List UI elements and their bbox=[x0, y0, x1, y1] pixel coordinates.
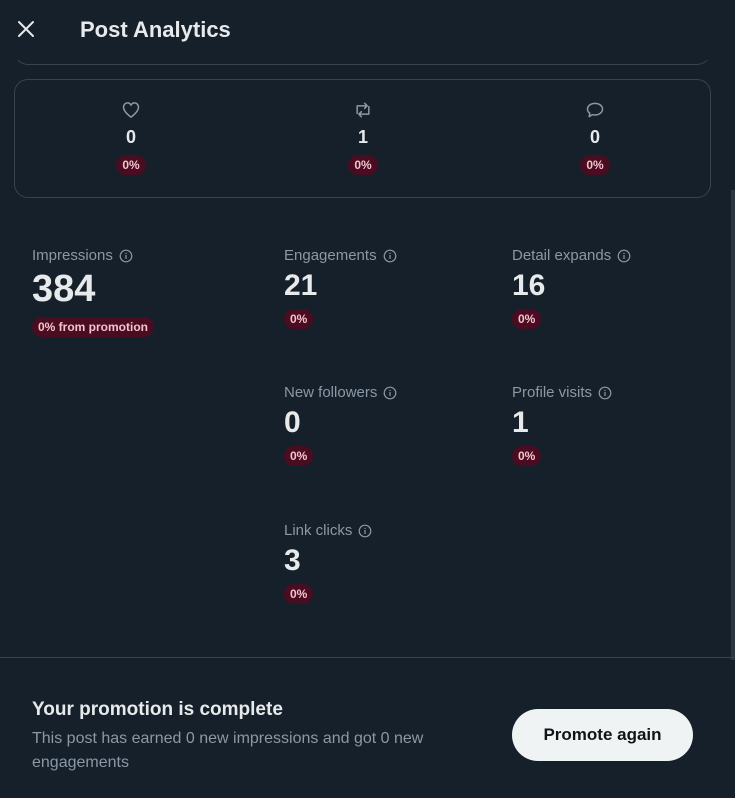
heart-icon bbox=[122, 102, 140, 118]
profile-visits-label: Profile visits bbox=[512, 384, 593, 401]
reposts-badge: 0% bbox=[348, 155, 378, 175]
profile-visits-metric: Profile visits 1 0% bbox=[512, 384, 612, 466]
detail-expands-metric: Detail expands 16 0% bbox=[512, 247, 631, 329]
detail-expands-badge: 0% bbox=[512, 309, 542, 329]
info-icon[interactable] bbox=[617, 249, 631, 263]
engagement-summary-card: 0 0% 1 0% 0 0% bbox=[14, 79, 711, 198]
engagements-badge: 0% bbox=[284, 309, 314, 329]
engagements-metric: Engagements 21 0% bbox=[284, 247, 397, 329]
likes-count: 0 bbox=[125, 127, 136, 147]
engagements-value: 21 bbox=[284, 269, 318, 302]
promotion-complete-text: This post has earned 0 new impressions a… bbox=[32, 730, 424, 771]
reposts-count: 1 bbox=[357, 127, 368, 147]
likes-stat: 0 0% bbox=[91, 100, 171, 175]
divider bbox=[0, 657, 735, 658]
impressions-value: 384 bbox=[32, 268, 96, 310]
profile-visits-badge: 0% bbox=[512, 446, 542, 466]
page-title: Post Analytics bbox=[80, 17, 231, 42]
replies-count: 0 bbox=[589, 127, 600, 147]
reply-icon bbox=[586, 102, 604, 118]
repost-icon bbox=[356, 102, 370, 118]
info-icon[interactable] bbox=[383, 386, 397, 400]
replies-badge: 0% bbox=[580, 155, 610, 175]
header: Post Analytics bbox=[0, 0, 735, 60]
promotion-complete-title: Your promotion is complete bbox=[32, 699, 283, 720]
info-icon[interactable] bbox=[598, 386, 612, 400]
info-icon[interactable] bbox=[383, 249, 397, 263]
scrollbar[interactable] bbox=[731, 190, 735, 660]
info-icon[interactable] bbox=[358, 524, 372, 538]
new-followers-label: New followers bbox=[284, 384, 378, 401]
close-button[interactable] bbox=[14, 17, 38, 41]
impressions-label: Impressions bbox=[32, 247, 113, 264]
reposts-stat: 1 0% bbox=[323, 100, 403, 175]
engagements-label: Engagements bbox=[284, 247, 377, 264]
detail-expands-label: Detail expands bbox=[512, 247, 612, 264]
likes-badge: 0% bbox=[116, 155, 146, 175]
close-icon bbox=[18, 21, 34, 37]
link-clicks-badge: 0% bbox=[284, 584, 314, 604]
new-followers-badge: 0% bbox=[284, 446, 314, 466]
link-clicks-metric: Link clicks 3 0% bbox=[284, 522, 372, 604]
promote-again-button[interactable]: Promote again bbox=[512, 709, 693, 761]
impressions-metric: Impressions 384 0% from promotion bbox=[32, 247, 154, 337]
new-followers-value: 0 bbox=[284, 406, 301, 439]
replies-stat: 0 0% bbox=[555, 100, 635, 175]
new-followers-metric: New followers 0 0% bbox=[284, 384, 397, 466]
detail-expands-value: 16 bbox=[512, 269, 546, 302]
link-clicks-label: Link clicks bbox=[284, 522, 353, 539]
link-clicks-value: 3 bbox=[284, 544, 301, 577]
impressions-badge: 0% from promotion bbox=[32, 317, 154, 337]
profile-visits-value: 1 bbox=[512, 406, 529, 439]
info-icon[interactable] bbox=[119, 249, 133, 263]
